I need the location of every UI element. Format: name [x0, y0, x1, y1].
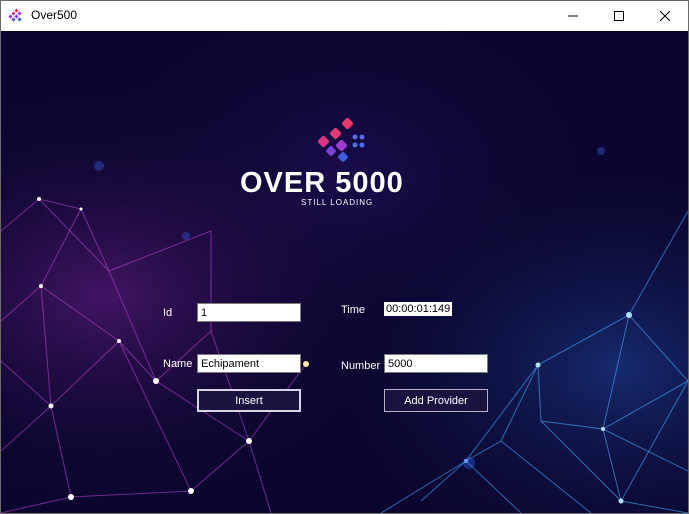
app-logo-icon	[8, 8, 22, 22]
name-label: Name	[163, 358, 193, 370]
add-provider-button[interactable]: Add Provider	[384, 389, 488, 412]
logo-subtitle: STILL LOADING	[301, 198, 374, 207]
main-panel: OVER 5000 STILL LOADING Id Time 00:00:01…	[1, 31, 688, 513]
maximize-button[interactable]	[596, 1, 642, 31]
time-value: 00:00:01:149	[384, 302, 453, 316]
number-field[interactable]	[384, 354, 488, 373]
number-label: Number	[341, 360, 381, 372]
time-label: Time	[341, 304, 366, 316]
name-field[interactable]	[197, 354, 301, 373]
network-background-image	[1, 31, 688, 513]
over5000-logo-icon	[317, 117, 365, 162]
close-icon	[660, 11, 670, 21]
insert-button[interactable]: Insert	[197, 389, 301, 412]
window-title: Over500	[31, 8, 78, 22]
close-button[interactable]	[642, 1, 688, 31]
app-window: Over500 OVER 5000 STILL LOADING Id 1 Tim…	[0, 0, 689, 514]
logo-title: OVER 5000	[240, 167, 404, 199]
id-field[interactable]	[197, 303, 301, 322]
minimize-button[interactable]	[550, 1, 596, 31]
title-bar[interactable]: Over500	[1, 1, 688, 31]
id-label: Id	[163, 307, 173, 319]
minimize-icon	[568, 15, 578, 17]
maximize-icon	[614, 11, 624, 21]
